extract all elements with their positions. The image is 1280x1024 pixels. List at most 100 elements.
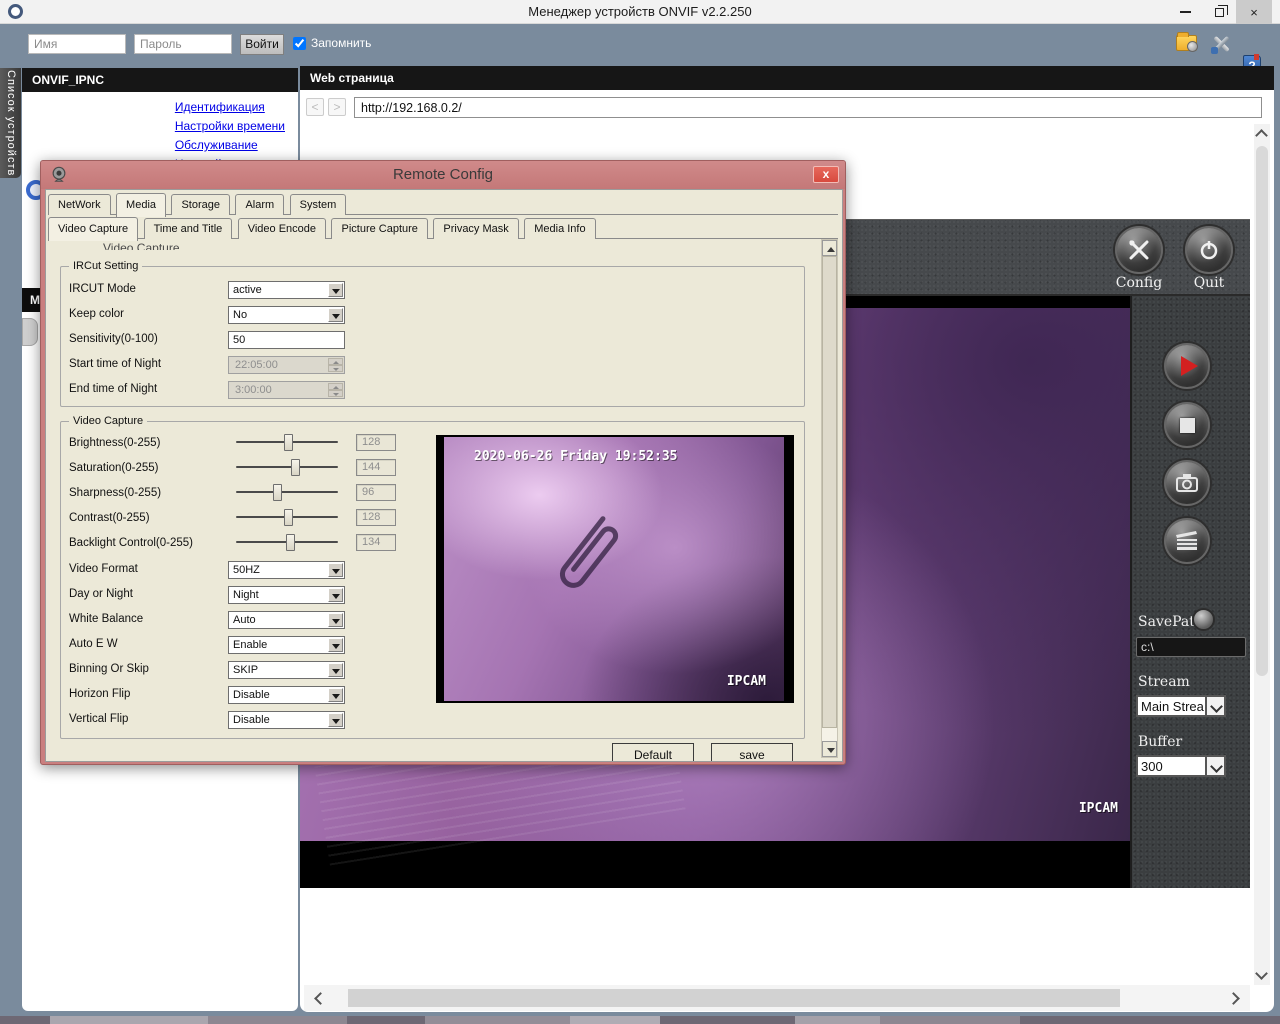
device-list-vertical-tab[interactable]: Список устройств bbox=[0, 68, 21, 178]
chevron-down-icon bbox=[1205, 697, 1224, 715]
record-button[interactable] bbox=[1164, 518, 1210, 564]
login-button[interactable]: Войти bbox=[240, 34, 284, 55]
dropdown-arrow-icon[interactable] bbox=[328, 663, 343, 677]
slider-thumb[interactable] bbox=[286, 534, 295, 551]
backlight-slider[interactable] bbox=[236, 534, 338, 551]
play-button[interactable] bbox=[1164, 343, 1210, 389]
dialog-video-preview: 2020-06-26 Friday 19:52:35 IPCAM bbox=[436, 435, 794, 703]
stream-select[interactable]: Main Strea bbox=[1136, 695, 1226, 717]
vertical-flip-select[interactable]: Disable bbox=[228, 711, 345, 729]
minimize-button[interactable] bbox=[1168, 0, 1202, 24]
savepath-browse-button[interactable] bbox=[1192, 608, 1215, 631]
dropdown-arrow-icon[interactable] bbox=[328, 688, 343, 702]
subtab-time-and-title[interactable]: Time and Title bbox=[144, 218, 233, 239]
subtab-video-capture[interactable]: Video Capture bbox=[48, 217, 138, 241]
close-icon: × bbox=[1250, 6, 1258, 19]
remember-checkbox[interactable] bbox=[293, 37, 306, 50]
config-button[interactable] bbox=[1115, 226, 1163, 274]
link-maintenance[interactable]: Обслуживание bbox=[175, 136, 285, 155]
dialog-scrollbar[interactable] bbox=[821, 239, 838, 758]
dialog-scroll-up-button[interactable] bbox=[822, 240, 837, 256]
dialog-titlebar[interactable]: Remote Config bbox=[41, 161, 845, 189]
dropdown-arrow-icon[interactable] bbox=[328, 563, 343, 577]
ircut-setting-group: IRCut Setting IRCUT Mode active Keep col… bbox=[60, 266, 805, 407]
night-end-spinner[interactable]: 3:00:00 bbox=[228, 381, 345, 399]
subtab-picture-capture[interactable]: Picture Capture bbox=[331, 218, 427, 239]
savepath-value[interactable]: c:\ bbox=[1136, 637, 1246, 657]
ircut-mode-select[interactable]: active bbox=[228, 281, 345, 299]
spin-up-icon[interactable] bbox=[328, 383, 343, 390]
login-toolbar: Войти Запомнить ? bbox=[0, 24, 1280, 64]
stop-button[interactable] bbox=[1164, 402, 1210, 448]
dropdown-arrow-icon[interactable] bbox=[328, 308, 343, 322]
auto-ew-select[interactable]: Enable bbox=[228, 636, 345, 654]
buffer-select[interactable]: 300 bbox=[1136, 755, 1226, 777]
dialog-close-button[interactable]: x bbox=[813, 166, 839, 183]
horizon-flip-select[interactable]: Disable bbox=[228, 686, 345, 704]
day-night-label: Day or Night bbox=[69, 588, 133, 600]
tab-system[interactable]: System bbox=[290, 194, 347, 215]
close-button[interactable]: × bbox=[1236, 0, 1272, 24]
subtab-privacy-mask[interactable]: Privacy Mask bbox=[433, 218, 518, 239]
slider-thumb[interactable] bbox=[284, 434, 293, 451]
slider-thumb[interactable] bbox=[284, 509, 293, 526]
dropdown-arrow-icon[interactable] bbox=[328, 638, 343, 652]
tab-media[interactable]: Media bbox=[116, 193, 166, 217]
dialog-scrollbar-thumb[interactable] bbox=[822, 256, 837, 728]
dropdown-arrow-icon[interactable] bbox=[328, 613, 343, 627]
vertical-scrollbar-thumb[interactable] bbox=[1256, 146, 1268, 676]
sensitivity-input[interactable] bbox=[228, 331, 345, 349]
url-input[interactable] bbox=[354, 97, 1262, 118]
paperclip-shape bbox=[537, 502, 638, 612]
restore-button[interactable] bbox=[1202, 0, 1236, 24]
dialog-scroll-down-button[interactable] bbox=[822, 741, 837, 757]
tools-icon[interactable] bbox=[1210, 33, 1232, 55]
scroll-down-icon[interactable] bbox=[1255, 967, 1268, 980]
scroll-right-icon[interactable] bbox=[1227, 992, 1240, 1005]
horizontal-scrollbar[interactable] bbox=[304, 985, 1250, 1011]
contrast-slider[interactable] bbox=[236, 509, 338, 526]
scroll-up-icon[interactable] bbox=[1255, 129, 1268, 142]
password-input[interactable] bbox=[134, 34, 232, 54]
save-button[interactable]: save bbox=[711, 743, 793, 762]
dropdown-arrow-icon[interactable] bbox=[328, 283, 343, 297]
tab-network[interactable]: NetWork bbox=[48, 194, 111, 215]
tab-alarm[interactable]: Alarm bbox=[235, 194, 284, 215]
day-night-select[interactable]: Night bbox=[228, 586, 345, 604]
binning-skip-select[interactable]: SKIP bbox=[228, 661, 345, 679]
slider-thumb[interactable] bbox=[273, 484, 282, 501]
camera-control-sidebar: SavePath c:\ Stream Main Strea Buffer 30… bbox=[1130, 296, 1250, 888]
video-format-select[interactable]: 50HZ bbox=[228, 561, 345, 579]
spin-down-icon[interactable] bbox=[328, 365, 343, 372]
subtab-media-info[interactable]: Media Info bbox=[524, 218, 595, 239]
subtab-video-encode[interactable]: Video Encode bbox=[238, 218, 326, 239]
vertical-scrollbar[interactable] bbox=[1254, 124, 1270, 985]
snapshot-button[interactable] bbox=[1164, 460, 1210, 506]
settings-folder-icon[interactable] bbox=[1176, 35, 1197, 51]
saturation-slider[interactable] bbox=[236, 459, 338, 476]
quit-button[interactable] bbox=[1185, 226, 1233, 274]
white-balance-select[interactable]: Auto bbox=[228, 611, 345, 629]
browser-forward-button[interactable]: > bbox=[328, 98, 346, 116]
spin-up-icon[interactable] bbox=[328, 358, 343, 365]
panel-grip-handle[interactable] bbox=[22, 318, 38, 346]
night-start-spinner[interactable]: 22:05:00 bbox=[228, 356, 345, 374]
username-input[interactable] bbox=[28, 34, 126, 54]
dropdown-arrow-icon[interactable] bbox=[328, 588, 343, 602]
tab-storage[interactable]: Storage bbox=[171, 194, 230, 215]
brightness-slider[interactable] bbox=[236, 434, 338, 451]
slider-thumb[interactable] bbox=[291, 459, 300, 476]
default-button[interactable]: Default bbox=[612, 743, 694, 762]
scroll-left-icon[interactable] bbox=[314, 992, 327, 1005]
link-identification[interactable]: Идентификация bbox=[175, 98, 285, 117]
browser-back-button[interactable]: < bbox=[306, 98, 324, 116]
horizontal-scrollbar-thumb[interactable] bbox=[348, 989, 1120, 1007]
sharpness-slider[interactable] bbox=[236, 484, 338, 501]
keep-color-select[interactable]: No bbox=[228, 306, 345, 324]
link-time-settings[interactable]: Настройки времени bbox=[175, 117, 285, 136]
spin-down-icon[interactable] bbox=[328, 390, 343, 397]
binning-skip-value: SKIP bbox=[233, 664, 258, 676]
dropdown-arrow-icon[interactable] bbox=[328, 713, 343, 727]
tab-page-content: Video Capture IRCut Setting IRCUT Mode a… bbox=[49, 241, 820, 759]
remember-checkbox-row[interactable]: Запомнить bbox=[293, 36, 371, 50]
